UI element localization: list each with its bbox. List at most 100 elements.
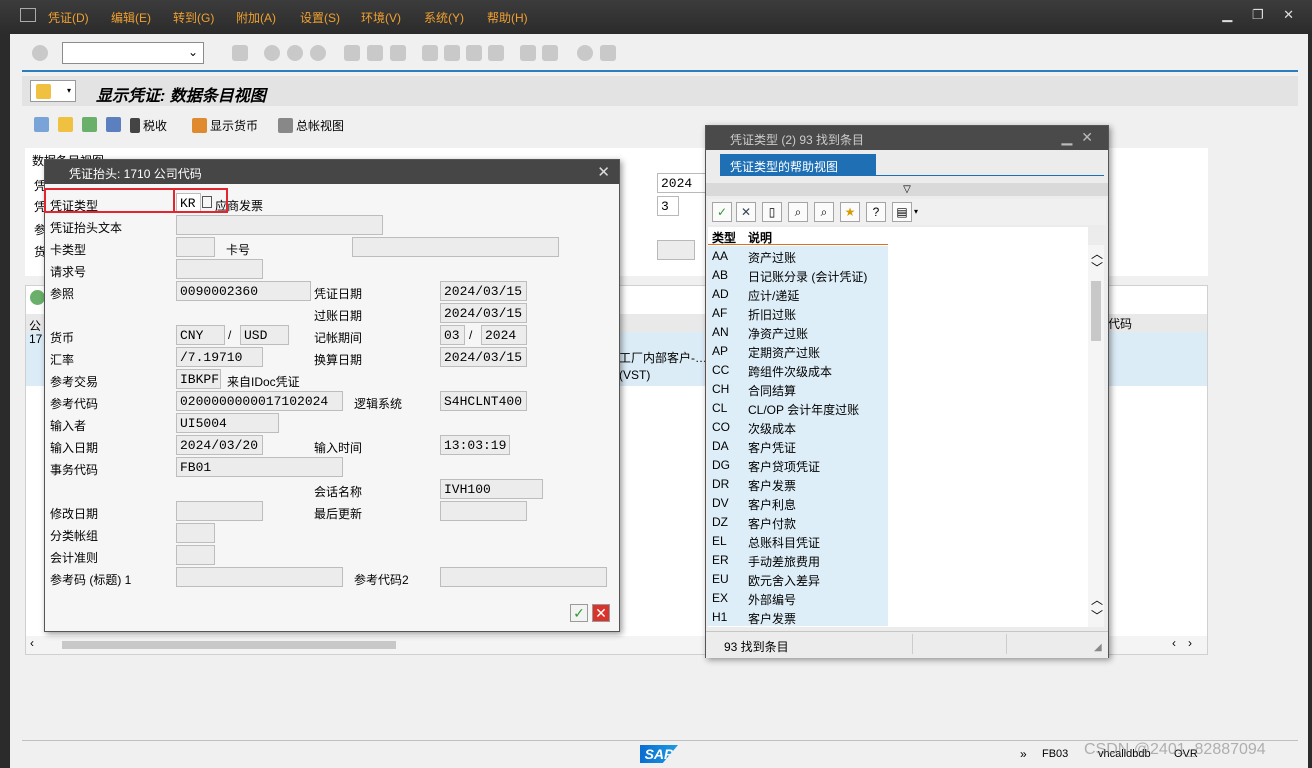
reference-field[interactable]: 0090002360 [176, 281, 311, 301]
menu-edit[interactable]: 编辑(E) [111, 9, 151, 26]
changed-on-field[interactable] [176, 501, 263, 521]
currency2-field[interactable]: USD [240, 325, 289, 345]
list-item[interactable]: CH 合同结算 [708, 379, 888, 398]
list-item[interactable]: EL 总账科目凭证 [708, 531, 888, 550]
expand-icon[interactable]: » [1020, 747, 1027, 761]
scroll-left-icon[interactable]: ‹ [30, 636, 34, 650]
ref-trans-field[interactable]: IBKPF [176, 369, 221, 389]
scroll-down-icon[interactable]: ﹀ [1091, 259, 1103, 276]
print-icon[interactable]: ▤ [892, 202, 912, 222]
list-item[interactable]: DA 客户凭证 [708, 436, 888, 455]
ref-key1-field[interactable] [176, 567, 343, 587]
general-ledger-view-button[interactable]: 总帐视图 [278, 117, 344, 134]
document-icon[interactable]: ▯ [762, 202, 782, 222]
entered-by-field[interactable]: UI5004 [176, 413, 279, 433]
collapse-toggle[interactable]: ▽ [706, 183, 1108, 196]
list-item[interactable]: CC 跨组件次级成本 [708, 360, 888, 379]
list-item[interactable]: AB 日记账分录 (会计凭证) [708, 265, 888, 284]
help-icon[interactable] [577, 45, 593, 61]
next-page-icon[interactable] [466, 45, 482, 61]
list-item[interactable]: CL CL/OP 会计年度过账 [708, 398, 888, 417]
ref-key-field[interactable]: 0200000000017102024 [176, 391, 343, 411]
menu-help[interactable]: 帮助(H) [487, 9, 528, 26]
list-item[interactable]: AA 资产过账 [708, 246, 888, 265]
scroll-right-icon[interactable]: › [1188, 636, 1192, 650]
chevron-down-icon[interactable]: ▾ [914, 207, 918, 216]
chevron-down-icon[interactable]: ⌄ [188, 45, 198, 59]
save-icon[interactable] [232, 45, 248, 61]
sap-menu-icon[interactable] [20, 8, 36, 22]
menu-system[interactable]: 系统(Y) [424, 9, 464, 26]
doc-date-field[interactable]: 2024/03/15 [440, 281, 527, 301]
rate-field[interactable]: /7.19710 [176, 347, 263, 367]
menu-document[interactable]: 凭证(D) [48, 9, 89, 26]
magnifier-icon[interactable] [30, 290, 45, 305]
vertical-scrollbar[interactable]: ︿ ﹀ ︿ ﹀ [1088, 245, 1104, 627]
find-next-icon[interactable]: ⌕ [814, 202, 834, 222]
command-field[interactable]: ⌄ [62, 42, 204, 64]
logical-system-field[interactable]: S4HCLNT400 [440, 391, 527, 411]
other-doc-button[interactable] [58, 117, 73, 132]
list-item[interactable]: DR 客户发票 [708, 474, 888, 493]
print-icon[interactable] [344, 45, 360, 61]
close-icon[interactable]: ✕ [597, 163, 610, 181]
tab-help-view[interactable]: 凭证类型的帮助视图 [720, 154, 876, 176]
back-icon[interactable] [264, 45, 280, 61]
display-currency-button[interactable]: 显示货币 [192, 117, 258, 134]
shortcut-icon[interactable] [542, 45, 558, 61]
scroll-left-icon[interactable]: ‹ [1172, 636, 1176, 650]
entry-date-field[interactable]: 2024/03/20 [176, 435, 263, 455]
ref-key2-field[interactable] [440, 567, 607, 587]
close-icon[interactable]: ✕ [736, 202, 756, 222]
list-item[interactable]: DG 客户贷项凭证 [708, 455, 888, 474]
scroll-down-icon[interactable]: ﹀ [1091, 607, 1103, 624]
list-item[interactable]: H1 客户发票 [708, 607, 888, 626]
tax-button[interactable]: 税收 [130, 117, 167, 134]
cancel-button[interactable]: ✕ [592, 604, 610, 622]
last-update-field[interactable] [440, 501, 527, 521]
request-no-field[interactable] [176, 259, 263, 279]
header-text-field[interactable] [176, 215, 383, 235]
window-controls[interactable]: ▁ ❐ ✕ [1222, 7, 1302, 23]
find-next-icon[interactable] [390, 45, 406, 61]
menu-toggle-button[interactable]: ▾ [30, 80, 76, 102]
display-change-button[interactable] [34, 117, 49, 132]
list-item[interactable]: DZ 客户付款 [708, 512, 888, 531]
scroll-thumb[interactable] [62, 641, 396, 649]
period-field[interactable]: 03 [440, 325, 465, 345]
enter-icon[interactable] [32, 45, 48, 61]
find-icon[interactable] [367, 45, 383, 61]
new-session-icon[interactable] [520, 45, 536, 61]
currency-field[interactable]: CNY [176, 325, 225, 345]
list-item[interactable]: AF 折旧过账 [708, 303, 888, 322]
tcode-field[interactable]: FB01 [176, 457, 343, 477]
list-item[interactable]: AN 净资产过账 [708, 322, 888, 341]
confirm-icon[interactable]: ✓ [712, 202, 732, 222]
exit-icon[interactable] [287, 45, 303, 61]
session-field[interactable]: IVH100 [440, 479, 543, 499]
posting-date-field[interactable]: 2024/03/15 [440, 303, 527, 323]
list-item[interactable]: ER 手动差旅费用 [708, 550, 888, 569]
menu-settings[interactable]: 设置(S) [300, 9, 340, 26]
header-button[interactable] [106, 117, 121, 132]
last-page-icon[interactable] [488, 45, 504, 61]
ledger-group-field[interactable] [176, 523, 215, 543]
layout-icon[interactable] [600, 45, 616, 61]
acct-principle-field[interactable] [176, 545, 215, 565]
scroll-up-icon[interactable]: ︿ [1091, 591, 1103, 608]
translation-date-field[interactable]: 2024/03/15 [440, 347, 527, 367]
search-help-icon[interactable]: ? [866, 202, 886, 222]
entry-time-field[interactable]: 13:03:19 [440, 435, 510, 455]
empty-field[interactable] [657, 240, 695, 260]
menu-environment[interactable]: 环境(V) [361, 9, 401, 26]
first-page-icon[interactable] [422, 45, 438, 61]
cancel-icon[interactable] [310, 45, 326, 61]
prev-page-icon[interactable] [444, 45, 460, 61]
list-item[interactable]: EX 外部编号 [708, 588, 888, 607]
find-icon[interactable]: ⌕ [788, 202, 808, 222]
period-field[interactable]: 3 [657, 196, 679, 216]
card-type-field[interactable] [176, 237, 215, 257]
list-item[interactable]: AP 定期资产过账 [708, 341, 888, 360]
card-no-field[interactable] [352, 237, 559, 257]
confirm-button[interactable]: ✓ [570, 604, 588, 622]
